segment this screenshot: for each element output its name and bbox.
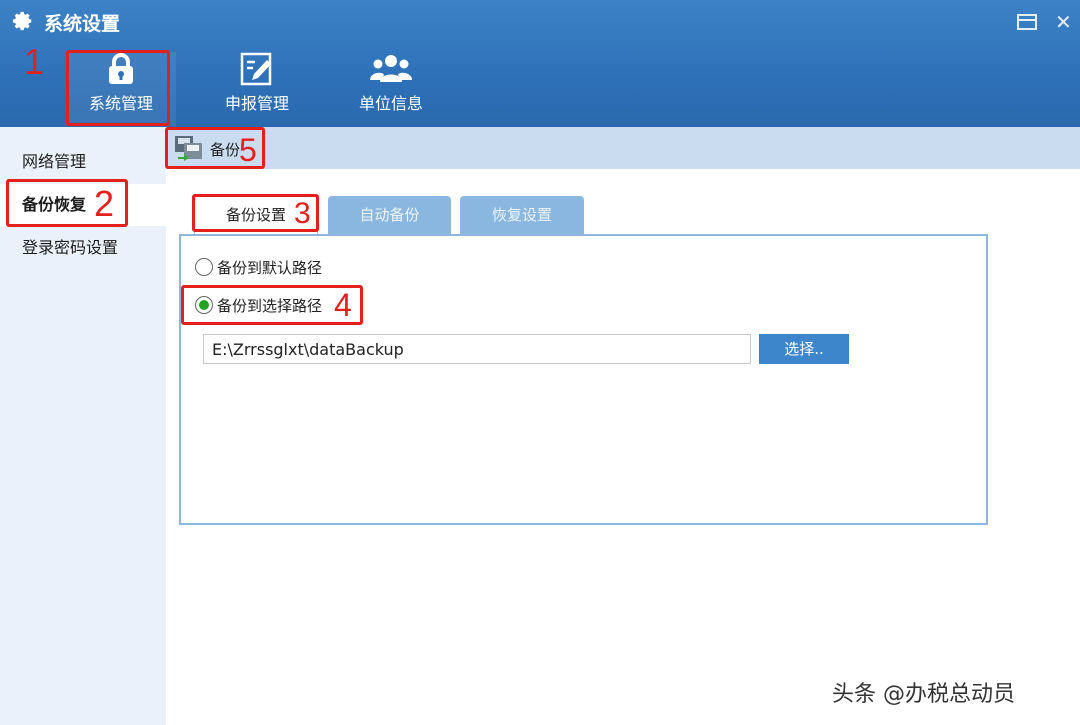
annotation-number-1: 1	[24, 41, 45, 82]
radio-select-path-label: 备份到选择路径	[217, 296, 323, 315]
window-title: 系统设置	[44, 13, 121, 35]
lock-icon	[109, 53, 133, 84]
annotation-number-3: 3	[294, 197, 311, 230]
nav-system-management-label: 系统管理	[88, 94, 153, 113]
nav-report-management[interactable]: 申报管理	[202, 52, 312, 126]
sidebar-item-backup-restore[interactable]: 备份恢复	[0, 184, 166, 226]
backup-icon	[175, 136, 202, 161]
radio-default-path[interactable]	[195, 258, 213, 276]
window-header: 系统设置 ✕ 系统管理 申报管理 单位信息	[0, 0, 1080, 127]
nav-system-management[interactable]: 系统管理	[66, 52, 176, 126]
gear-icon	[12, 11, 32, 31]
watermark-text: 头条 @办税总动员	[832, 682, 1015, 707]
choose-path-button[interactable]: 选择..	[759, 334, 849, 364]
toolbar: 备份	[166, 127, 1080, 169]
radio-select-path[interactable]	[195, 296, 213, 314]
annotation-number-4: 4	[334, 287, 352, 323]
sidebar: 网络管理 备份恢复 登录密码设置	[0, 127, 166, 725]
group-icon	[370, 55, 412, 82]
backup-label: 备份	[210, 141, 241, 159]
restore-window-icon[interactable]	[1017, 14, 1037, 30]
backup-path-input[interactable]	[203, 334, 751, 364]
radio-option-default-path[interactable]: 备份到默认路径	[195, 255, 322, 279]
sidebar-item-login-password[interactable]: 登录密码设置	[0, 227, 166, 269]
radio-default-path-label: 备份到默认路径	[217, 258, 323, 277]
sidebar-item-network[interactable]: 网络管理	[0, 141, 166, 183]
close-icon[interactable]: ✕	[1055, 12, 1072, 32]
annotation-number-5: 5	[239, 132, 257, 168]
nav-report-management-label: 申报管理	[224, 94, 289, 113]
nav-unit-info[interactable]: 单位信息	[336, 52, 446, 126]
radio-option-select-path[interactable]: 备份到选择路径	[195, 293, 322, 317]
tab-auto-backup[interactable]: 自动备份	[328, 196, 451, 234]
annotation-number-2: 2	[94, 183, 115, 224]
tab-restore-settings[interactable]: 恢复设置	[460, 196, 584, 234]
edit-icon	[240, 52, 272, 86]
nav-unit-info-label: 单位信息	[358, 94, 423, 113]
